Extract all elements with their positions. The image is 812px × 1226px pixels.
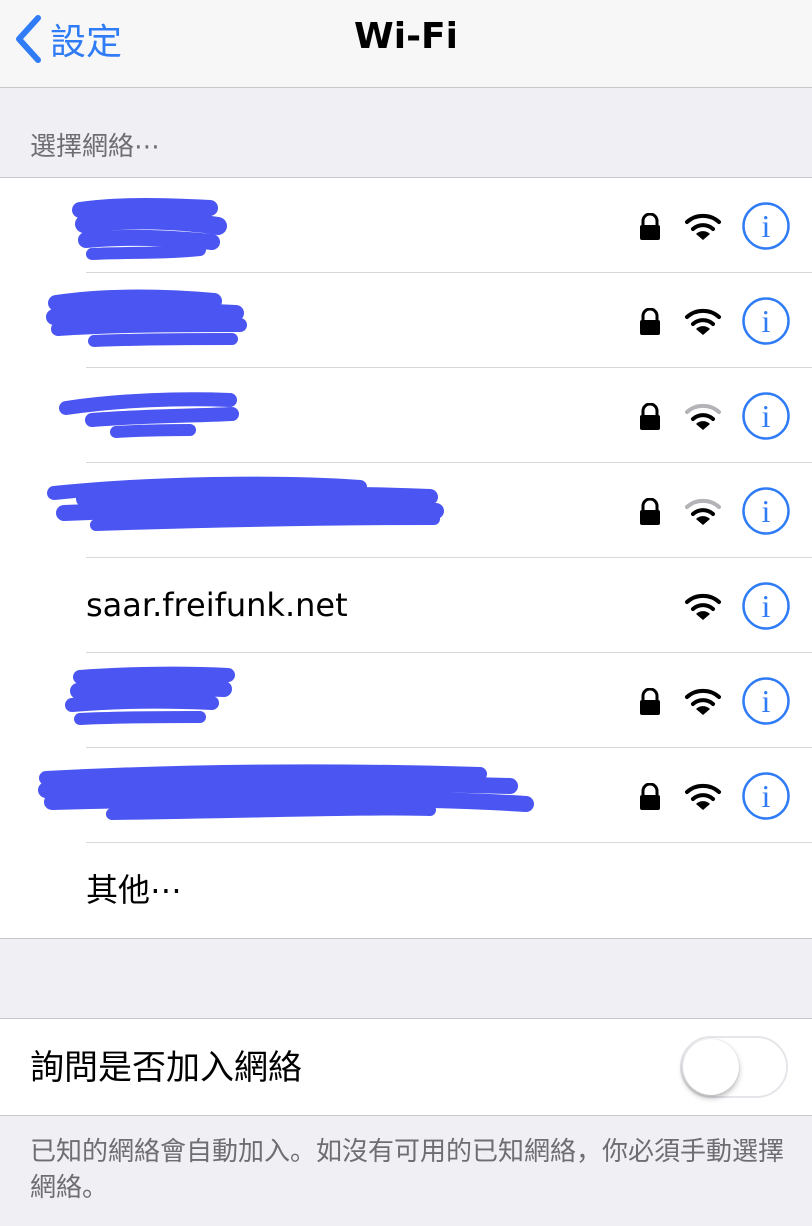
network-row[interactable]: i bbox=[0, 273, 812, 368]
svg-text:i: i bbox=[762, 778, 771, 814]
redacted-network-name bbox=[38, 764, 534, 820]
redacted-network-name bbox=[65, 666, 235, 725]
network-row[interactable]: i bbox=[0, 748, 812, 843]
page-title: Wi-Fi bbox=[354, 16, 458, 57]
other-network-label: 其他⋯ bbox=[86, 871, 183, 909]
redacted-network-name bbox=[47, 476, 444, 531]
ask-to-join-row: 詢問是否加入網絡 bbox=[0, 1018, 812, 1116]
navigation-bar: 設定 Wi-Fi bbox=[0, 0, 812, 88]
svg-text:i: i bbox=[762, 398, 771, 434]
footer-note: 已知的網絡會自動加入。如沒有可用的已知網絡，你必須手動選擇網絡。 bbox=[30, 1137, 785, 1203]
svg-text:i: i bbox=[762, 588, 771, 624]
ask-to-join-label: 詢問是否加入網絡 bbox=[30, 1048, 302, 1088]
svg-text:i: i bbox=[762, 303, 771, 339]
svg-text:i: i bbox=[762, 493, 771, 529]
redacted-network-name bbox=[46, 289, 247, 347]
svg-text:i: i bbox=[762, 683, 771, 719]
toggle-knob bbox=[683, 1039, 739, 1095]
network-name: saar.freifunk.net bbox=[86, 586, 348, 624]
ask-to-join-toggle[interactable] bbox=[680, 1036, 788, 1098]
other-network-row[interactable]: 其他⋯ bbox=[0, 843, 812, 938]
redacted-network-name bbox=[72, 198, 227, 260]
network-row[interactable]: i bbox=[0, 463, 812, 558]
network-row[interactable]: i bbox=[0, 368, 812, 463]
choose-network-header: 選擇網絡⋯ bbox=[30, 132, 161, 162]
redacted-network-name bbox=[59, 392, 239, 438]
network-row[interactable]: saar.freifunk.net i bbox=[0, 558, 812, 653]
network-row[interactable]: i bbox=[0, 178, 812, 273]
svg-text:i: i bbox=[762, 208, 771, 244]
network-row[interactable]: i bbox=[0, 653, 812, 748]
network-list: i i i i saar.freifunk.net i i i 其他⋯ bbox=[0, 177, 812, 939]
